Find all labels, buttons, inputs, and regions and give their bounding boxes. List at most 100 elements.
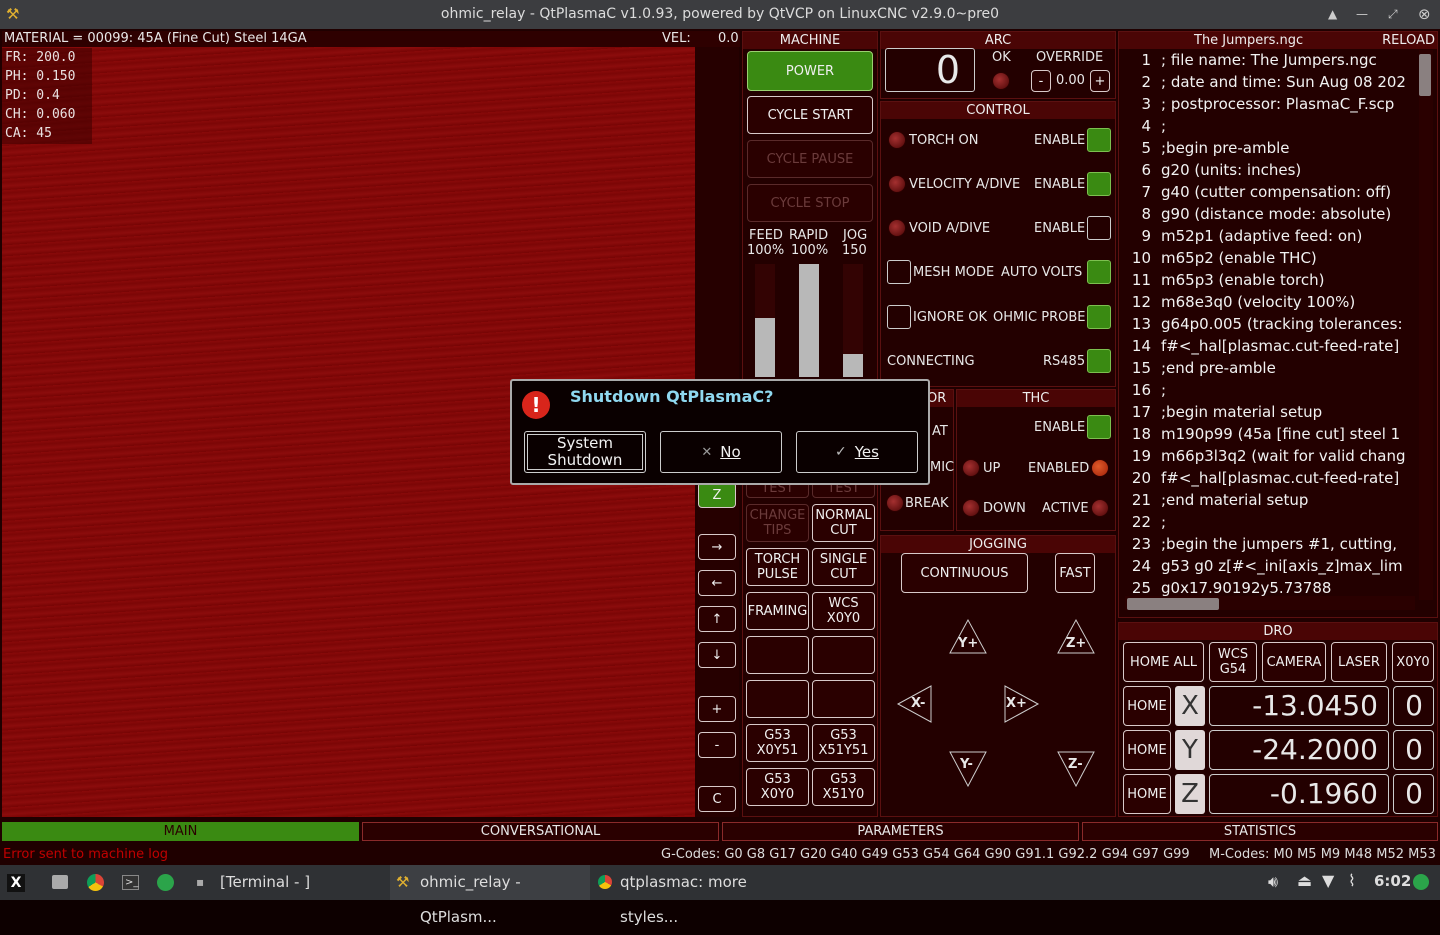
gcode-line[interactable]: 12 m68e3q0 (velocity 100%) — [1119, 293, 1355, 311]
gcode-line[interactable]: 20 f#<_hal[plasmac.cut-feed-rate] — [1119, 469, 1399, 487]
jog-mode-continuous-button[interactable]: CONTINUOUS — [901, 553, 1028, 593]
wcs-button[interactable]: WCS G54 — [1209, 642, 1257, 682]
override-plus-button[interactable]: + — [1090, 70, 1110, 92]
x0y0-button[interactable]: X0Y0 — [1392, 642, 1434, 682]
tab-main[interactable]: MAIN — [2, 822, 359, 841]
axis-z-zero-button[interactable]: 0 — [1393, 774, 1434, 814]
framing-button[interactable]: FRAMING — [746, 592, 809, 630]
shade-window-button[interactable]: ▲ — [1328, 0, 1337, 29]
gcode-line[interactable]: 1 ; file name: The Jumpers.ngc — [1119, 51, 1376, 69]
ohmic-probe-checkbox[interactable] — [1087, 305, 1111, 329]
taskbar-item-browser[interactable]: qtplasmac: more styles... — [590, 865, 800, 926]
jog-slider-track[interactable] — [843, 264, 863, 377]
gcode-line[interactable]: 18 m190p99 (45a [fine cut] steel 1 — [1119, 425, 1400, 443]
taskbar-item-qtplasmac[interactable]: ⚒ ohmic_relay - QtPlasm... — [390, 865, 590, 926]
axis-y-zero-button[interactable]: 0 — [1393, 730, 1434, 770]
gcode-line[interactable]: 21 ;end material setup — [1119, 491, 1309, 509]
gcode-line[interactable]: 25 g0x17.90192y5.73788 — [1119, 579, 1332, 597]
mesh-mode-checkbox[interactable] — [887, 260, 911, 284]
home-all-button[interactable]: HOME ALL — [1123, 642, 1204, 682]
gcode-line[interactable]: 24 g53 g0 z[#<_ini[axis_z]max_lim — [1119, 557, 1403, 575]
gcode-line[interactable]: 6 g20 (units: inches) — [1119, 161, 1301, 179]
eject-icon[interactable]: ⏏ — [1297, 871, 1312, 890]
gcode-listing[interactable]: 1 ; file name: The Jumpers.ngc 2 ; date and… — [1119, 49, 1417, 599]
gcode-line[interactable]: 19 m66p3l3q2 (wait for valid chang — [1119, 447, 1406, 465]
g53-x51y51-button[interactable]: G53 X51Y51 — [812, 724, 875, 762]
pan-left-button[interactable]: ← — [698, 570, 736, 596]
gcode-line[interactable]: 10 m65p2 (enable THC) — [1119, 249, 1317, 267]
user-button-3[interactable] — [746, 680, 809, 718]
normal-cut-button[interactable]: NORMAL CUT — [812, 504, 875, 542]
paperclip-icon[interactable]: ⌇ — [1348, 871, 1356, 890]
wifi-icon[interactable]: ▼ — [1322, 871, 1334, 890]
pan-up-button[interactable]: ↑ — [698, 606, 736, 632]
gcode-line[interactable]: 14 f#<_hal[plasmac.cut-feed-rate] — [1119, 337, 1399, 355]
gcode-line[interactable]: 22; — [1119, 513, 1166, 531]
gcode-line[interactable]: 15 ;end pre-amble — [1119, 359, 1276, 377]
gcode-line[interactable]: 13 g64p0.005 (tracking tolerances: — [1119, 315, 1403, 333]
rs485-checkbox[interactable] — [1087, 349, 1111, 373]
zoom-out-button[interactable]: - — [698, 732, 736, 758]
gcode-vertical-scrollbar[interactable] — [1419, 50, 1433, 600]
change-tips-button[interactable]: CHANGE TIPS — [746, 504, 809, 542]
user-button-1[interactable] — [746, 636, 809, 674]
gcode-line[interactable]: 2 ; date and time: Sun Aug 08 202 — [1119, 73, 1406, 91]
gcode-horizontal-scrollbar[interactable] — [1125, 596, 1415, 610]
ignore-ok-checkbox[interactable] — [887, 305, 911, 329]
gcode-line[interactable]: 7 g40 (cutter compensation: off) — [1119, 183, 1391, 201]
gcode-line[interactable]: 9 m52p1 (adaptive feed: on) — [1119, 227, 1362, 245]
gcode-line[interactable]: 11 m65p3 (enable torch) — [1119, 271, 1325, 289]
feed-slider-track[interactable] — [755, 264, 775, 377]
gcode-line[interactable]: 4; — [1119, 117, 1166, 135]
gcode-line[interactable]: 23 ;begin the jumpers #1, cutting, — [1119, 535, 1397, 553]
pan-right-button[interactable]: → — [698, 534, 736, 560]
auto-volts-checkbox[interactable] — [1087, 260, 1111, 284]
app-launcher-icon[interactable] — [157, 874, 174, 891]
tab-parameters[interactable]: PARAMETERS — [722, 822, 1079, 841]
torch-enable-checkbox[interactable] — [1087, 128, 1111, 152]
jog-fast-button[interactable]: FAST — [1055, 553, 1095, 593]
system-shutdown-button[interactable]: System Shutdown — [524, 431, 646, 473]
clear-preview-button[interactable]: C — [698, 786, 736, 812]
user-button-2[interactable] — [812, 636, 875, 674]
tab-statistics[interactable]: STATISTICS — [1082, 822, 1438, 841]
minimize-window-button[interactable]: — — [1356, 0, 1368, 29]
camera-button[interactable]: CAMERA — [1262, 642, 1326, 682]
g53-x0y0-button[interactable]: G53 X0Y0 — [746, 768, 809, 806]
browser-icon[interactable] — [87, 874, 104, 891]
yes-button[interactable]: ✓ Yes — [796, 431, 918, 473]
rapid-slider-track[interactable] — [799, 264, 819, 377]
cycle-start-button[interactable]: CYCLE START — [747, 96, 873, 134]
gcode-line[interactable]: 5 ;begin pre-amble — [1119, 139, 1289, 157]
thc-enable-checkbox[interactable] — [1087, 415, 1111, 439]
single-cut-button[interactable]: SINGLE CUT — [812, 548, 875, 586]
gcode-line[interactable]: 16; — [1119, 381, 1166, 399]
file-manager-icon[interactable] — [52, 875, 68, 889]
gcode-line[interactable]: 17 ;begin material setup — [1119, 403, 1322, 421]
home-z-button[interactable]: HOME — [1123, 774, 1171, 814]
start-menu-icon[interactable]: X — [7, 874, 25, 892]
wcs-x0y0-button[interactable]: WCS X0Y0 — [812, 592, 875, 630]
g53-x51y0-button[interactable]: G53 X51Y0 — [812, 768, 875, 806]
axis-x-zero-button[interactable]: 0 — [1393, 686, 1434, 726]
cycle-pause-button[interactable]: CYCLE PAUSE — [747, 140, 873, 178]
reload-button[interactable]: RELOAD — [1382, 32, 1435, 49]
system-menu-icon[interactable] — [1413, 874, 1429, 890]
gcode-line[interactable]: 3 ; postprocessor: PlasmaC_F.scp — [1119, 95, 1394, 113]
home-x-button[interactable]: HOME — [1123, 686, 1171, 726]
tab-conversational[interactable]: CONVERSATIONAL — [362, 822, 719, 841]
laser-button[interactable]: LASER — [1331, 642, 1387, 682]
volume-icon[interactable]: 🔊︎ — [1268, 872, 1278, 892]
override-minus-button[interactable]: - — [1031, 70, 1051, 92]
void-adive-checkbox[interactable] — [1087, 216, 1111, 240]
velocity-adive-checkbox[interactable] — [1087, 172, 1111, 196]
close-window-button[interactable]: ⊗ — [1418, 0, 1431, 29]
view-z-button[interactable]: Z — [698, 482, 736, 508]
cycle-stop-button[interactable]: CYCLE STOP — [747, 184, 873, 222]
gcode-line[interactable]: 8 g90 (distance mode: absolute) — [1119, 205, 1391, 223]
power-button[interactable]: POWER — [747, 51, 873, 91]
maximize-window-button[interactable]: ⤢ — [1388, 0, 1398, 29]
terminal-launcher-icon[interactable]: >_ — [122, 875, 139, 890]
zoom-in-button[interactable]: + — [698, 696, 736, 722]
no-button[interactable]: ✕ No — [660, 431, 782, 473]
